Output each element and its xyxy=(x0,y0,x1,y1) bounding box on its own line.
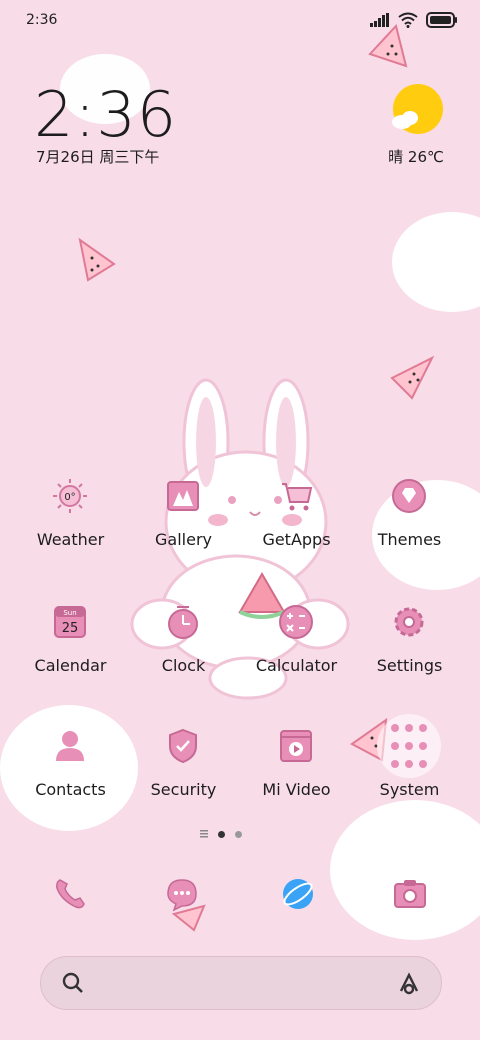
app-security[interactable]: Security xyxy=(127,728,240,828)
app-label: Contacts xyxy=(35,780,106,799)
app-label: GetApps xyxy=(262,530,331,549)
video-icon xyxy=(280,730,312,762)
app-label: Mi Video xyxy=(262,780,331,799)
watermelon-decoration xyxy=(390,355,435,400)
page-indicator[interactable] xyxy=(200,830,242,838)
search-bar[interactable] xyxy=(40,956,442,1010)
watermelon-decoration xyxy=(78,237,116,282)
app-settings[interactable]: Settings xyxy=(353,604,466,704)
app-label: Security xyxy=(150,780,217,799)
signal-icon xyxy=(370,13,389,27)
gallery-icon xyxy=(167,481,199,511)
home-screen: 2:36 2:36 7月26日 周三下午 晴 26℃ 0° Weather Ga… xyxy=(0,0,480,1040)
app-contacts[interactable]: Contacts xyxy=(14,728,127,828)
calendar-icon: Sun 25 xyxy=(54,606,86,638)
calendar-icon-day: Sun xyxy=(63,609,76,617)
weather-text: 晴 26℃ xyxy=(388,148,444,166)
clock-widget-date[interactable]: 7月26日 周三下午 xyxy=(36,146,159,167)
phone-icon[interactable] xyxy=(52,876,88,912)
app-calendar[interactable]: Sun 25 Calendar xyxy=(14,604,127,704)
app-getapps[interactable]: GetApps xyxy=(240,478,353,578)
getapps-cart-icon xyxy=(282,483,313,511)
weather-icon: 0° xyxy=(53,479,87,513)
app-label: Clock xyxy=(161,656,206,675)
app-label: Calendar xyxy=(34,656,107,675)
app-gallery[interactable]: Gallery xyxy=(127,478,240,578)
page-dot[interactable] xyxy=(235,830,242,838)
contacts-icon xyxy=(56,731,84,761)
sun-cloud-icon xyxy=(392,84,443,134)
clock-icon xyxy=(168,606,198,639)
wifi-icon xyxy=(398,12,418,28)
app-label: Settings xyxy=(376,656,443,675)
status-icons xyxy=(370,12,458,28)
search-icon[interactable] xyxy=(61,971,85,995)
app-themes[interactable]: Themes xyxy=(353,478,466,578)
status-bar: 2:36 xyxy=(0,0,480,42)
app-label: Gallery xyxy=(155,530,212,549)
messages-icon[interactable] xyxy=(164,876,212,932)
app-mi-video[interactable]: Mi Video xyxy=(240,728,353,828)
wallpaper-cloud xyxy=(392,212,480,312)
app-calculator[interactable]: Calculator xyxy=(240,604,353,704)
app-weather[interactable]: 0° Weather xyxy=(14,478,127,578)
gear-icon xyxy=(394,607,424,637)
weather-widget[interactable]: 晴 26℃ xyxy=(386,84,446,168)
themes-diamond-icon xyxy=(392,479,426,513)
app-clock[interactable]: Clock xyxy=(127,604,240,704)
shield-icon xyxy=(169,728,197,764)
clock-widget-time[interactable]: 2:36 xyxy=(34,78,177,151)
app-label: Themes xyxy=(377,530,442,549)
app-label: System xyxy=(379,780,440,799)
app-label: Weather xyxy=(36,530,105,549)
app-system-folder[interactable]: System xyxy=(353,712,466,812)
calculator-icon xyxy=(279,605,313,639)
menu-lines-icon xyxy=(200,830,208,838)
status-time: 2:36 xyxy=(26,12,58,28)
battery-icon xyxy=(426,12,457,28)
calendar-icon-date: 25 xyxy=(62,621,79,636)
page-dot-active[interactable] xyxy=(218,830,225,838)
weather-icon-glyph: 0° xyxy=(64,492,75,503)
folder-icon xyxy=(377,714,441,778)
browser-icon[interactable] xyxy=(280,876,316,912)
assistant-icon[interactable] xyxy=(395,969,423,997)
app-label: Calculator xyxy=(255,656,338,675)
camera-icon[interactable] xyxy=(392,876,428,912)
